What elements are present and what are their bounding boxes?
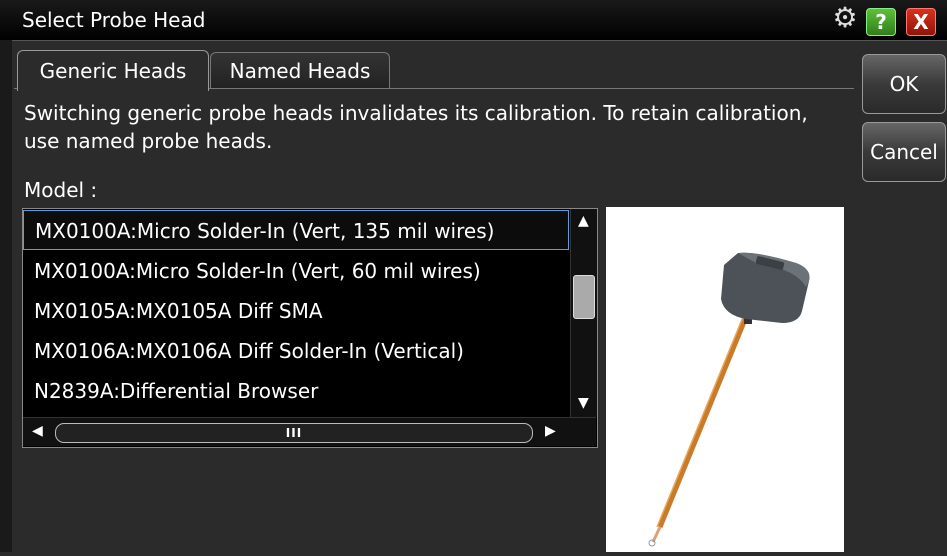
model-listbox[interactable]: MX0100A:Micro Solder-In (Vert, 135 mil w… [22,208,598,448]
horizontal-scroll-thumb[interactable]: III [55,423,533,443]
vertical-scroll-thumb[interactable] [573,275,595,319]
window-title: Select Probe Head [22,8,206,32]
probe-head-image [606,207,844,552]
model-list-items: MX0100A:Micro Solder-In (Vert, 135 mil w… [23,209,569,417]
ok-button[interactable]: OK [862,54,946,114]
close-button[interactable]: X [906,8,936,36]
tab-generic-heads[interactable]: Generic Heads [17,50,209,91]
cancel-button[interactable]: Cancel [862,122,946,182]
scroll-right-icon[interactable]: ▶ [545,423,556,439]
horizontal-scrollbar[interactable]: ◀ III ▶ [23,417,596,446]
list-item[interactable]: MX0100A:Micro Solder-In (Vert, 60 mil wi… [23,251,569,291]
tab-named-heads[interactable]: Named Heads [210,52,390,89]
window-left-edge [0,40,12,552]
vertical-scrollbar[interactable]: ▲ ▼ [570,209,597,417]
gear-icon[interactable]: ⚙ [831,1,859,34]
probe-head-illustration [648,252,810,547]
scroll-up-icon[interactable]: ▲ [578,213,589,229]
list-item[interactable]: N2839A:Differential Browser [23,371,569,411]
title-bar: Select Probe Head ⚙ ? X [0,0,947,41]
scroll-down-icon[interactable]: ▼ [578,395,589,411]
scroll-left-icon[interactable]: ◀ [32,423,43,439]
list-item[interactable]: MX0105A:MX0105A Diff SMA [23,291,569,331]
calibration-info-text: Switching generic probe heads invalidate… [24,101,808,153]
list-item[interactable]: MX0106A:MX0106A Diff Solder-In (Vertical… [23,331,569,371]
list-item[interactable]: MX0100A:Micro Solder-In (Vert, 135 mil w… [23,210,569,250]
scroll-grip-icon: III [285,426,303,440]
model-label: Model : [24,178,98,202]
help-button[interactable]: ? [866,8,896,36]
